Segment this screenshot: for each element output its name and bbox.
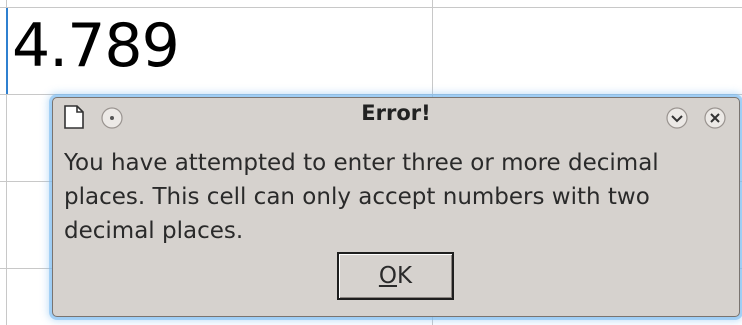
chevron-down-icon[interactable] [665,106,689,134]
cell-value[interactable]: 4.789 [12,8,180,84]
ok-button-mnemonic: O [378,263,397,289]
ok-button-label: K [397,263,413,289]
dialog-title: Error! [361,101,431,125]
close-icon[interactable] [703,106,727,134]
grid-row-line [0,94,742,95]
dialog-titlebar[interactable]: Error! [53,98,739,132]
error-dialog: Error! You have attempted to enter three… [52,97,740,317]
ok-button[interactable]: OK [337,252,454,300]
error-message: You have attempted to enter three or mor… [64,150,659,244]
